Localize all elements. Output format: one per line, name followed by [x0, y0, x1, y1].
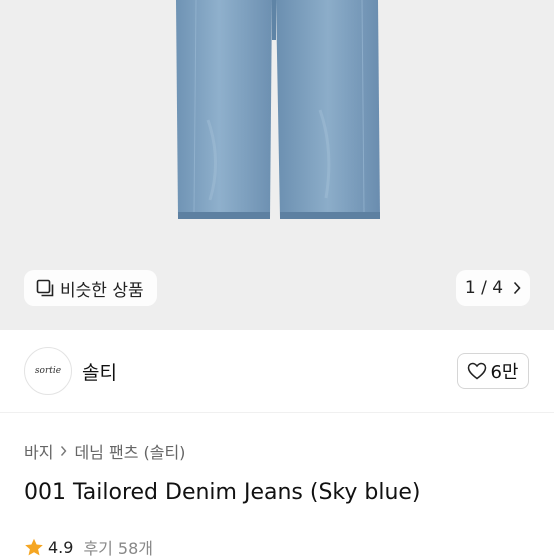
breadcrumb: 바지 데님 팬츠 (솔티) — [24, 439, 185, 463]
review-label: 후기 — [83, 539, 113, 558]
image-counter-button[interactable]: 1 / 4 — [456, 270, 530, 306]
breadcrumb-item-denim[interactable]: 데님 팬츠 (솔티) — [74, 439, 185, 463]
product-title: 001 Tailored Denim Jeans (Sky blue) — [24, 480, 421, 505]
review-count: 58개 — [117, 539, 153, 558]
like-button[interactable]: 6만 — [457, 353, 529, 389]
heart-icon — [468, 362, 487, 380]
image-counter: 1 / 4 — [464, 278, 504, 298]
chevron-right-icon — [513, 281, 521, 295]
similar-items-label: 비슷한 상품 — [60, 280, 144, 301]
product-image-carousel[interactable]: 비슷한 상품 1 / 4 — [0, 0, 554, 330]
breadcrumb-item-pants[interactable]: 바지 — [24, 439, 53, 463]
similar-items-button[interactable]: 비슷한 상품 — [24, 270, 157, 306]
chevron-right-icon — [60, 445, 67, 457]
like-count: 6만 — [490, 362, 519, 383]
similar-items-icon — [36, 279, 54, 297]
store-logo[interactable]: sortie — [24, 347, 72, 395]
rating-row[interactable]: 4.9 후기 58개 — [24, 535, 153, 559]
store-name[interactable]: 솔티 — [82, 358, 117, 385]
store-logo-text: sortie — [34, 366, 62, 376]
divider — [0, 412, 554, 413]
